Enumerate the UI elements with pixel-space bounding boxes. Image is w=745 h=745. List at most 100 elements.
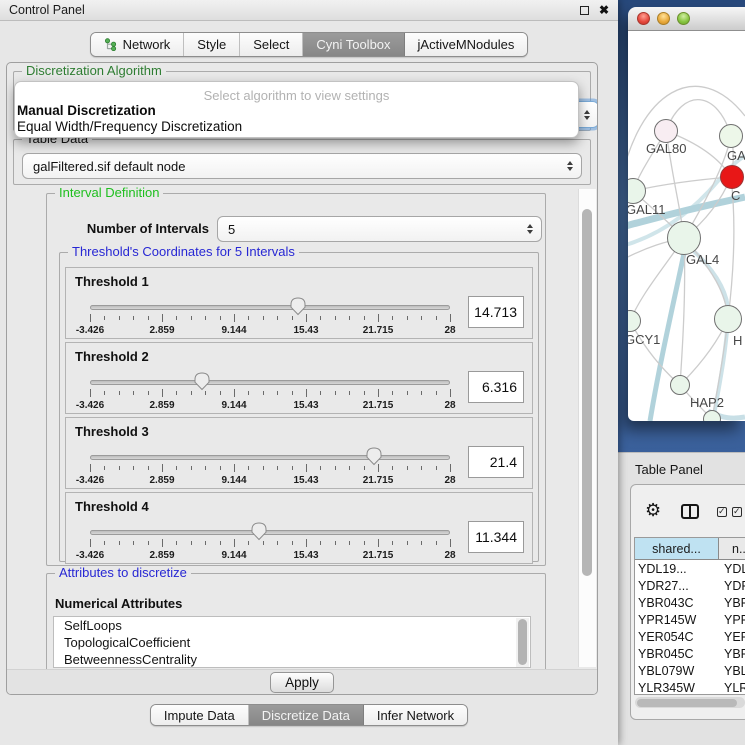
tab-style[interactable]: Style: [184, 33, 240, 56]
stepper-icon: [527, 224, 533, 234]
threshold-4-value-field[interactable]: 11.344: [468, 521, 524, 553]
tab-infer-network[interactable]: Infer Network: [364, 705, 467, 725]
cell-shared-name[interactable]: YLR345W: [635, 681, 719, 695]
minimize-traffic-light-icon[interactable]: [657, 12, 670, 25]
table-row[interactable]: YER054CYER0...: [635, 628, 745, 645]
dropdown-option-manual-discretization[interactable]: Manual Discretization: [15, 103, 578, 119]
slider-handle[interactable]: [193, 371, 210, 391]
column-header-shared-name[interactable]: shared...: [635, 538, 719, 559]
slider-handle[interactable]: [366, 446, 383, 466]
tick-mark: [104, 466, 105, 470]
cell-shared-name[interactable]: YDR27...: [635, 579, 719, 593]
table-row[interactable]: YBL079WYBL0...: [635, 662, 745, 679]
cell-shared-name[interactable]: YBR043C: [635, 596, 719, 610]
cell-name[interactable]: YPR1...: [719, 613, 745, 627]
slider-handle[interactable]: [289, 296, 306, 316]
table-row[interactable]: YDL19...YDL1...: [635, 560, 745, 577]
tick-label: 15.43: [293, 475, 318, 486]
bottom-tab-row: Impute Data Discretize Data Infer Networ…: [0, 704, 618, 726]
zoom-traffic-light-icon[interactable]: [677, 12, 690, 25]
table-row[interactable]: YBR045CYBR0...: [635, 645, 745, 662]
slider-track[interactable]: [90, 455, 450, 460]
list-item[interactable]: BetweennessCentrality: [54, 651, 530, 668]
cell-name[interactable]: YER0...: [719, 630, 745, 644]
node-bottom[interactable]: [703, 410, 721, 421]
cell-name[interactable]: YDL1...: [719, 562, 745, 576]
attributes-to-discretize-group: Attributes to discretize Numerical Attri…: [46, 573, 546, 673]
apply-button[interactable]: Apply: [270, 672, 334, 693]
close-traffic-light-icon[interactable]: [637, 12, 650, 25]
scrollbar-thumb[interactable]: [637, 699, 737, 707]
tab-impute-data[interactable]: Impute Data: [151, 705, 249, 725]
cell-shared-name[interactable]: YBR045C: [635, 647, 719, 661]
undock-icon[interactable]: [580, 6, 589, 15]
tick-label: 15.43: [293, 400, 318, 411]
tick-label: -3.426: [76, 400, 104, 411]
network-node-label: GAL80: [646, 141, 686, 156]
cell-name[interactable]: YBR0...: [719, 596, 745, 610]
node-gal80[interactable]: [654, 119, 678, 143]
split-columns-icon[interactable]: [681, 504, 699, 519]
tick-label: 2.859: [149, 475, 174, 486]
threshold-1-slider[interactable]: -3.4262.8599.14415.4321.71528: [90, 296, 450, 338]
slider-track[interactable]: [90, 530, 450, 535]
slider-track[interactable]: [90, 305, 450, 310]
table-row[interactable]: YDR27...YDR2...: [635, 577, 745, 594]
node-hap2[interactable]: [670, 375, 690, 395]
node-red[interactable]: [720, 165, 744, 189]
table-row[interactable]: YPR145WYPR1...: [635, 611, 745, 628]
close-icon[interactable]: ✖: [599, 4, 609, 16]
cell-name[interactable]: YLR3...: [719, 681, 745, 695]
node-h[interactable]: [714, 305, 742, 333]
tick-mark: [148, 466, 149, 470]
number-of-intervals-combobox[interactable]: 5: [217, 216, 542, 242]
tick-label: 28: [444, 400, 455, 411]
cell-name[interactable]: YBL0...: [719, 664, 745, 678]
tab-select[interactable]: Select: [240, 33, 303, 56]
threshold-1-value-field[interactable]: 14.713: [468, 296, 524, 328]
scrollbar-thumb[interactable]: [582, 209, 592, 576]
tab-cyni-toolbox[interactable]: Cyni Toolbox: [303, 33, 404, 56]
list-scrollbar[interactable]: [516, 618, 529, 668]
threshold-4-slider[interactable]: -3.4262.8599.14415.4321.71528: [90, 521, 450, 563]
cell-shared-name[interactable]: YER054C: [635, 630, 719, 644]
tick-mark: [234, 314, 235, 322]
network-canvas[interactable]: GAL80GACGAL11GAL4GCY1HHAP2: [628, 31, 745, 421]
cell-name[interactable]: YBR0...: [719, 647, 745, 661]
table-horizontal-scrollbar[interactable]: [635, 697, 745, 708]
table-row[interactable]: YBR043CYBR0...: [635, 594, 745, 611]
slider-tick-labels: -3.4262.8599.14415.4321.71528: [90, 400, 450, 412]
slider-track[interactable]: [90, 380, 450, 385]
scrollbar-thumb[interactable]: [518, 619, 527, 665]
node-gal4[interactable]: [667, 221, 701, 255]
gear-icon[interactable]: ⚙: [645, 501, 661, 519]
node-top-right[interactable]: [719, 124, 743, 148]
tab-network[interactable]: Network: [91, 33, 185, 56]
window-title: Control Panel: [9, 3, 85, 17]
threshold-2-value-field[interactable]: 6.316: [468, 371, 524, 403]
numerical-attributes-list[interactable]: SelfLoopsTopologicalCoefficientBetweenne…: [53, 616, 531, 668]
table-row[interactable]: YLR345WYLR3...: [635, 679, 745, 695]
threshold-3-value-field[interactable]: 21.4: [468, 446, 524, 478]
slider-handle[interactable]: [251, 521, 268, 541]
cell-name[interactable]: YDR2...: [719, 579, 745, 593]
cell-shared-name[interactable]: YBL079W: [635, 664, 719, 678]
tab-discretize-data[interactable]: Discretize Data: [249, 705, 364, 725]
slider-tick-labels: -3.4262.8599.14415.4321.71528: [90, 550, 450, 562]
tick-mark: [277, 541, 278, 545]
checkbox-icon[interactable]: [732, 507, 742, 517]
checkbox-icon[interactable]: [717, 507, 727, 517]
threshold-2-slider[interactable]: -3.4262.8599.14415.4321.71528: [90, 371, 450, 413]
tick-mark: [90, 464, 91, 472]
list-item[interactable]: SelfLoops: [54, 617, 530, 634]
dropdown-option-equal-width-frequency[interactable]: Equal Width/Frequency Discretization: [15, 119, 578, 135]
threshold-3-slider[interactable]: -3.4262.8599.14415.4321.71528: [90, 446, 450, 488]
cell-shared-name[interactable]: YDL19...: [635, 562, 719, 576]
threshold-4-panel: Threshold 4 -3.4262.8599.14415.4321.7152…: [65, 492, 533, 564]
table-data-combobox[interactable]: galFiltered.sif default node: [22, 153, 582, 179]
cell-shared-name[interactable]: YPR145W: [635, 613, 719, 627]
list-item[interactable]: TopologicalCoefficient: [54, 634, 530, 651]
panel-vertical-scrollbar[interactable]: [578, 189, 596, 667]
column-header-name[interactable]: n...: [719, 538, 745, 559]
tab-jactivemnodules[interactable]: jActiveMNodules: [405, 33, 528, 56]
